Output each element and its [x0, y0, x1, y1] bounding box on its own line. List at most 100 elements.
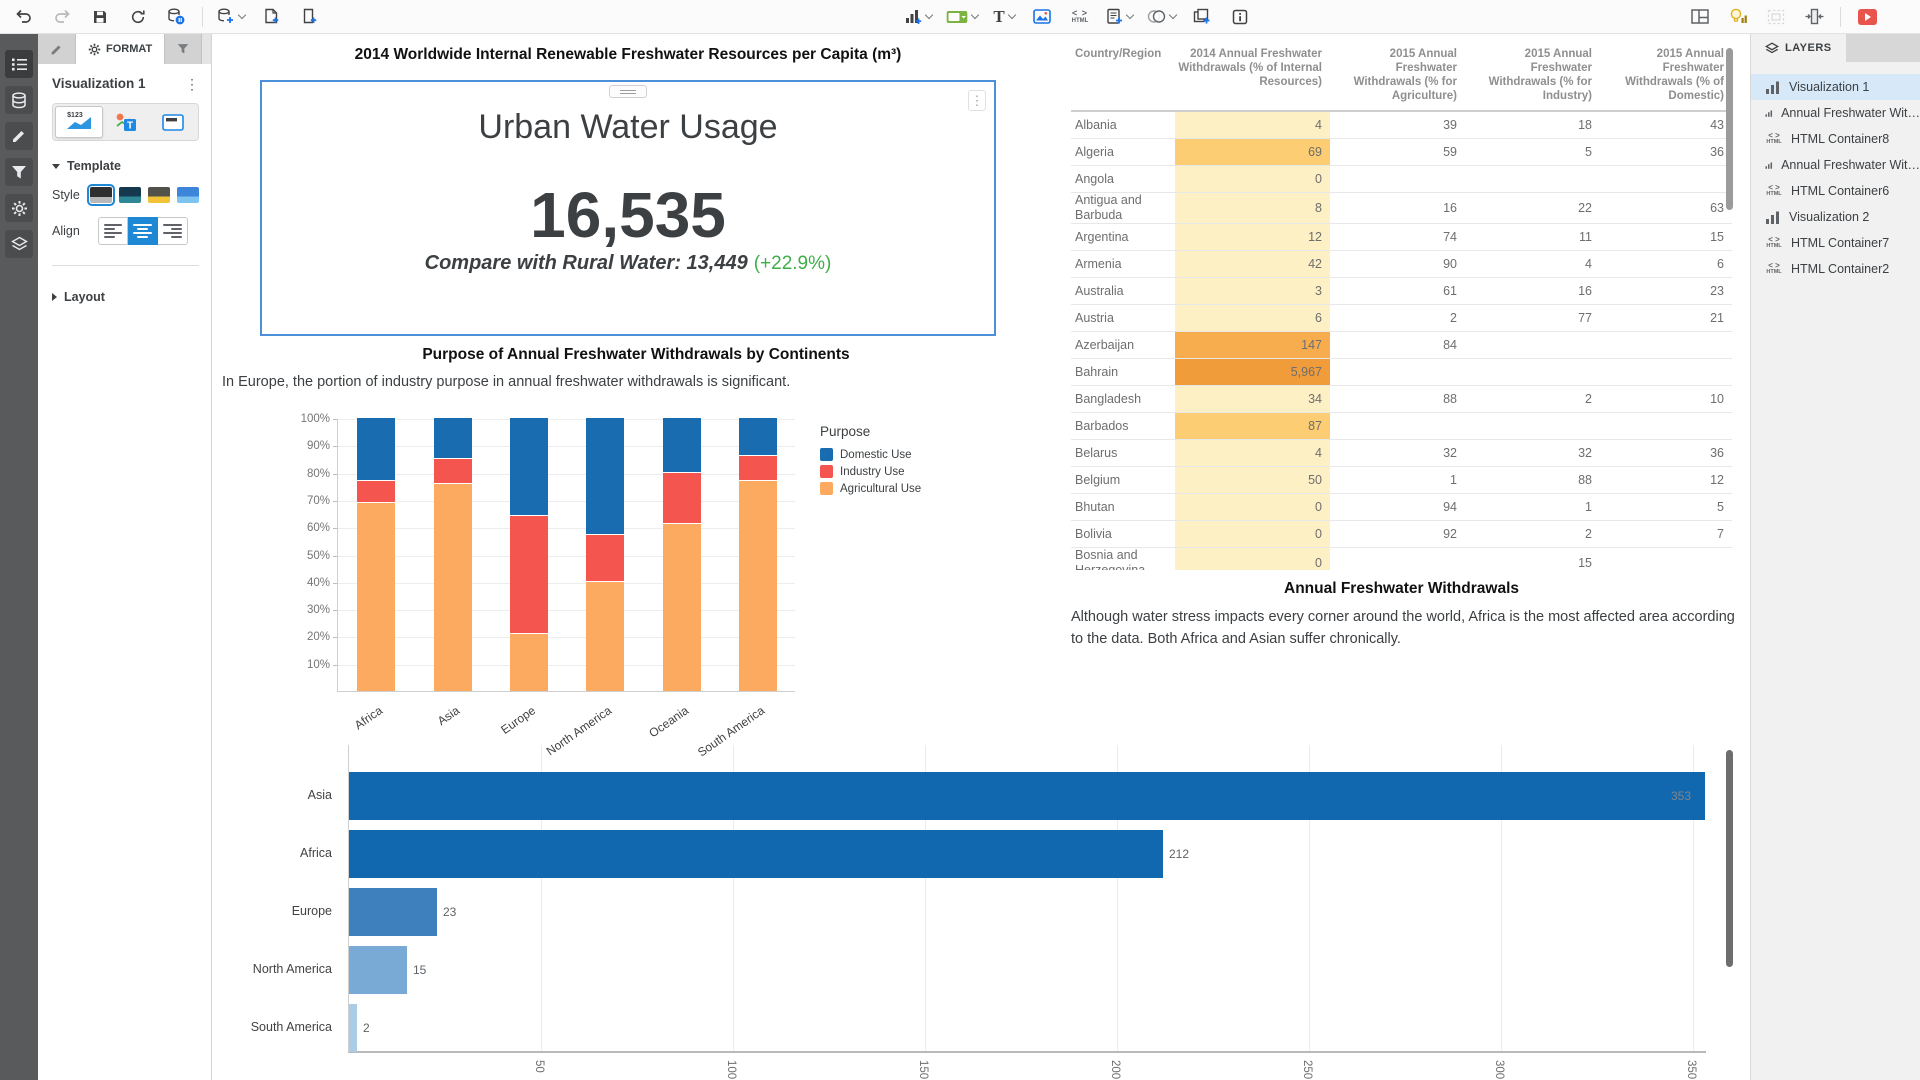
- settings-icon[interactable]: [5, 194, 33, 222]
- add-report-caret[interactable]: [1126, 10, 1134, 18]
- theme-swatch-4[interactable]: [177, 187, 199, 203]
- segment-industry-use[interactable]: [663, 473, 701, 525]
- duplicate-page-icon[interactable]: [297, 4, 321, 30]
- table-column-header[interactable]: Country/Region: [1071, 43, 1175, 110]
- hbar-south-america[interactable]: [349, 1004, 357, 1052]
- segment-domestic-use[interactable]: [739, 418, 777, 456]
- table-row[interactable]: Barbados87: [1071, 413, 1732, 440]
- layer-item-3[interactable]: < >HTMLHTML Container8: [1751, 126, 1920, 152]
- layers-tab[interactable]: LAYERS: [1751, 34, 1846, 62]
- kpi-card-selected[interactable]: ⋮ Urban Water Usage 16,535 Compare with …: [260, 80, 996, 336]
- edit-icon[interactable]: [5, 122, 33, 150]
- layer-item-2[interactable]: Annual Freshwater Wit…: [1751, 100, 1920, 126]
- fit-to-screen-icon[interactable]: [1802, 4, 1826, 30]
- drag-handle[interactable]: [609, 85, 647, 98]
- template-section-toggle[interactable]: Template: [52, 159, 199, 173]
- add-chart-icon[interactable]: [905, 4, 932, 30]
- datasource-status-icon[interactable]: [164, 4, 188, 30]
- table-row[interactable]: Azerbaijan14784: [1071, 332, 1732, 359]
- layer-item-1[interactable]: Visualization 1: [1751, 74, 1920, 100]
- html-tool-icon[interactable]: < >HTML: [1068, 4, 1092, 30]
- table-column-header[interactable]: 2015 Annual Freshwater Withdrawals (% of…: [1600, 43, 1732, 110]
- table-row[interactable]: Bahrain5,967: [1071, 359, 1732, 386]
- segment-agricultural-use[interactable]: [510, 634, 548, 691]
- segment-industry-use[interactable]: [510, 516, 548, 633]
- hbar-asia[interactable]: [349, 772, 1705, 820]
- segment-agricultural-use[interactable]: [739, 481, 777, 691]
- segment-domestic-use[interactable]: [434, 418, 472, 459]
- table-row[interactable]: Angola0: [1071, 166, 1732, 193]
- text-tool-icon[interactable]: T: [992, 4, 1016, 30]
- save-icon[interactable]: [88, 4, 112, 30]
- tab-edit[interactable]: [38, 34, 76, 64]
- table-row[interactable]: Armenia429046: [1071, 251, 1732, 278]
- layer-item-4[interactable]: Annual Freshwater Wit…: [1751, 152, 1920, 178]
- style-number-chart-button[interactable]: $123: [55, 106, 103, 138]
- layers-nav-icon[interactable]: [5, 230, 33, 258]
- table-row[interactable]: Argentina12741115: [1071, 224, 1732, 251]
- segment-agricultural-use[interactable]: [663, 524, 701, 691]
- segment-agricultural-use[interactable]: [357, 503, 395, 691]
- legend-item[interactable]: Industry Use: [820, 465, 921, 478]
- filter-icon[interactable]: [5, 158, 33, 186]
- refresh-icon[interactable]: [126, 4, 150, 30]
- data-table[interactable]: Country/Region2014 Annual Freshwater Wit…: [1071, 43, 1732, 570]
- layout-section-toggle[interactable]: Layout: [52, 290, 199, 304]
- insights-icon[interactable]: [1726, 4, 1750, 30]
- data-sources-icon[interactable]: [5, 86, 33, 114]
- table-row[interactable]: Austria627721: [1071, 305, 1732, 332]
- add-report-icon[interactable]: [1106, 4, 1133, 30]
- table-column-header[interactable]: 2014 Annual Freshwater Withdrawals (% of…: [1175, 43, 1330, 110]
- style-text-chart-button[interactable]: T: [103, 106, 149, 138]
- add-data-icon[interactable]: [217, 4, 245, 30]
- legend-item[interactable]: Domestic Use: [820, 448, 921, 461]
- theme-swatch-3[interactable]: [148, 187, 170, 203]
- layer-item-6[interactable]: Visualization 2: [1751, 204, 1920, 230]
- group-icon[interactable]: [1764, 4, 1788, 30]
- segment-industry-use[interactable]: [586, 535, 624, 581]
- stacked-bar-europe[interactable]: [510, 418, 548, 691]
- layout-icon[interactable]: [1688, 4, 1712, 30]
- undo-icon[interactable]: [12, 4, 36, 30]
- add-chart-caret[interactable]: [925, 10, 933, 18]
- theme-swatch-2[interactable]: [119, 187, 141, 203]
- segment-domestic-use[interactable]: [663, 418, 701, 473]
- redo-icon[interactable]: [50, 4, 74, 30]
- add-control-caret[interactable]: [971, 10, 979, 18]
- add-control-icon[interactable]: [946, 4, 978, 30]
- table-row[interactable]: Bolivia09227: [1071, 521, 1732, 548]
- align-left-button[interactable]: [98, 217, 128, 245]
- tab-filter[interactable]: [165, 34, 202, 64]
- table-row[interactable]: Algeria6959536: [1071, 139, 1732, 166]
- segment-industry-use[interactable]: [434, 459, 472, 484]
- layer-item-5[interactable]: < >HTMLHTML Container6: [1751, 178, 1920, 204]
- segment-domestic-use[interactable]: [357, 418, 395, 481]
- table-row[interactable]: Antigua and Barbuda8162263: [1071, 193, 1732, 224]
- data-table-icon[interactable]: [1228, 4, 1252, 30]
- add-container-icon[interactable]: [1190, 4, 1214, 30]
- theme-swatch-1[interactable]: [90, 187, 112, 203]
- table-row[interactable]: Australia3611623: [1071, 278, 1732, 305]
- table-column-header[interactable]: 2015 Annual Freshwater Withdrawals (% fo…: [1330, 43, 1465, 110]
- segment-agricultural-use[interactable]: [434, 484, 472, 691]
- segment-industry-use[interactable]: [357, 481, 395, 503]
- table-row[interactable]: Belgium5018812: [1071, 467, 1732, 494]
- add-data-caret[interactable]: [238, 10, 246, 18]
- layer-item-8[interactable]: < >HTMLHTML Container2: [1751, 256, 1920, 282]
- present-button[interactable]: [1855, 4, 1879, 30]
- text-tool-caret[interactable]: [1007, 10, 1015, 18]
- layer-item-7[interactable]: < >HTMLHTML Container7: [1751, 230, 1920, 256]
- table-column-header[interactable]: 2015 Annual Freshwater Withdrawals (% fo…: [1465, 43, 1600, 110]
- segment-agricultural-use[interactable]: [586, 582, 624, 691]
- hbar-africa[interactable]: [349, 830, 1163, 878]
- add-page-icon[interactable]: [259, 4, 283, 30]
- hbar-europe[interactable]: [349, 888, 437, 936]
- stacked-bar-africa[interactable]: [357, 418, 395, 691]
- stacked-bar-south-america[interactable]: [739, 418, 777, 691]
- hbar-north-america[interactable]: [349, 946, 407, 994]
- shapes-tool-caret[interactable]: [1169, 10, 1177, 18]
- align-right-button[interactable]: [158, 217, 188, 245]
- table-row[interactable]: Albania4391843: [1071, 112, 1732, 139]
- stacked-bar-oceania[interactable]: [663, 418, 701, 691]
- style-header-button[interactable]: [150, 106, 196, 138]
